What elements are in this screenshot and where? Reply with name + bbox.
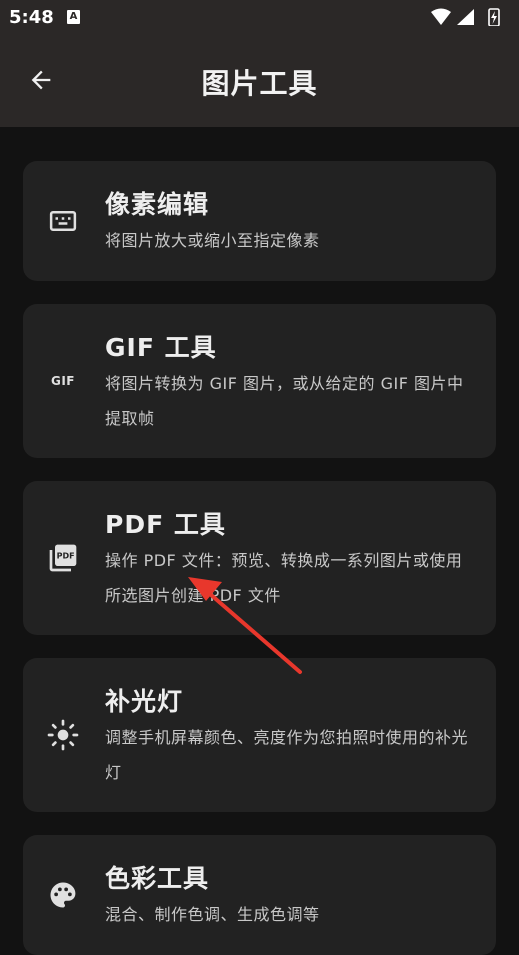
card-description: 调整手机屏幕颜色、亮度作为您拍照时使用的补光灯: [105, 728, 469, 782]
wifi-icon: [431, 8, 451, 25]
gif-icon: GIF: [47, 365, 79, 397]
pdf-icon: PDF: [47, 542, 79, 574]
card-pdf-tool[interactable]: PDF PDF 工具 操作 PDF 文件：预览、转换成一系列图片或使用所选图片创…: [23, 481, 496, 635]
status-icons: [431, 8, 500, 26]
card-description: 操作 PDF 文件：预览、转换成一系列图片或使用所选图片创建 PDF 文件: [105, 551, 463, 605]
status-time: 5:48: [9, 7, 54, 28]
card-title: 像素编辑: [105, 190, 210, 219]
pixel-edit-icon: [47, 205, 79, 237]
svg-text:PDF: PDF: [57, 551, 75, 560]
card-gif-tool[interactable]: GIF GIF 工具 将图片转换为 GIF 图片，或从给定的 GIF 图片中提取…: [23, 304, 496, 458]
brightness-icon: [47, 719, 79, 751]
signal-icon: [457, 9, 474, 25]
card-fill-light[interactable]: 补光灯 调整手机屏幕颜色、亮度作为您拍照时使用的补光灯: [23, 658, 496, 812]
card-color-tool[interactable]: 色彩工具 混合、制作色调、生成色调等: [23, 835, 496, 955]
card-description: 将图片放大或缩小至指定像素: [105, 231, 320, 250]
page-title: 图片工具: [201, 67, 318, 100]
card-title: PDF 工具: [105, 510, 226, 539]
card-title: 补光灯: [105, 687, 184, 716]
card-title: 色彩工具: [105, 864, 210, 893]
notification-icon: A: [67, 10, 80, 24]
card-pixel-edit[interactable]: 像素编辑 将图片放大或缩小至指定像素: [23, 161, 496, 281]
status-bar: 5:48 A: [0, 0, 519, 36]
card-description: 将图片转换为 GIF 图片，或从给定的 GIF 图片中提取帧: [105, 374, 464, 428]
app-bar: 图片工具: [0, 36, 519, 127]
palette-icon: [47, 879, 79, 911]
card-description: 混合、制作色调、生成色调等: [105, 905, 320, 924]
card-title: GIF 工具: [105, 333, 217, 362]
gif-icon-label: GIF: [50, 374, 75, 388]
